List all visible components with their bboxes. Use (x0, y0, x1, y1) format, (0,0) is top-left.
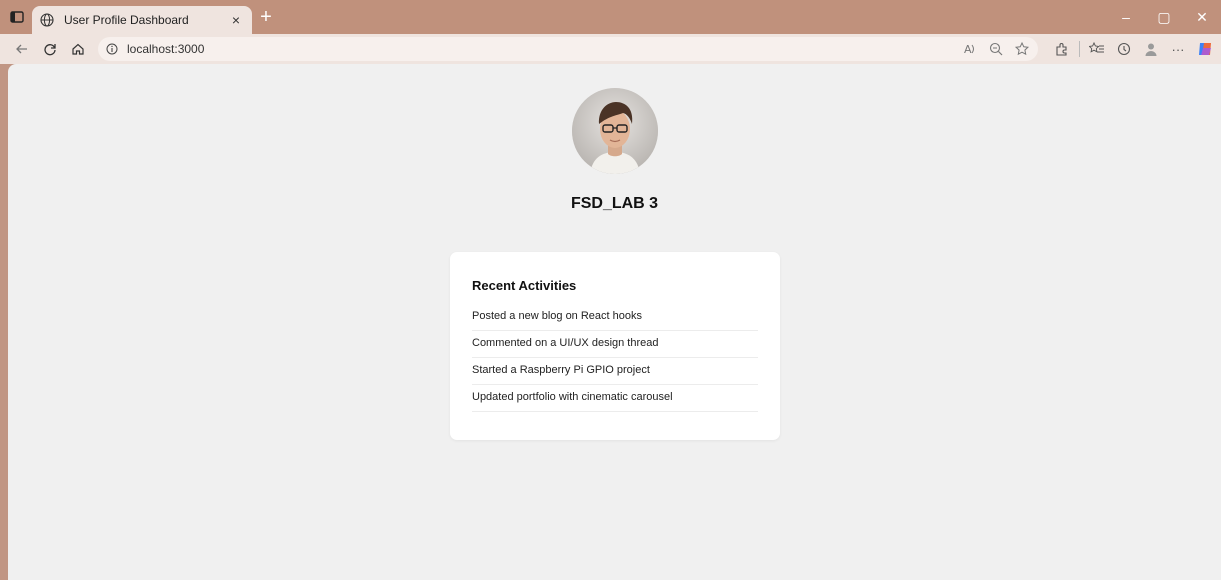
tab-actions-icon[interactable] (9, 9, 25, 25)
browser-toolbar: localhost:3000 A ··· (0, 34, 1221, 64)
profile-icon[interactable] (1141, 39, 1161, 59)
activity-item: Posted a new blog on React hooks (472, 304, 758, 331)
minimize-button[interactable]: – (1107, 0, 1145, 34)
page-viewport: FSD_LAB 3 Recent Activities Posted a new… (8, 64, 1221, 580)
browser-tab-strip: User Profile Dashboard × + – ▢ ✕ (0, 0, 1221, 34)
info-icon[interactable] (106, 42, 120, 56)
extensions-icon[interactable] (1052, 39, 1072, 59)
favorites-icon[interactable] (1087, 39, 1107, 59)
profile-avatar (572, 88, 658, 174)
url-text: localhost:3000 (127, 42, 205, 56)
activity-item: Commented on a UI/UX design thread (472, 331, 758, 358)
refresh-icon[interactable] (40, 39, 60, 59)
activity-list: Posted a new blog on React hooks Comment… (472, 304, 758, 412)
home-icon[interactable] (68, 39, 88, 59)
window-controls: – ▢ ✕ (1107, 0, 1221, 34)
read-aloud-icon[interactable]: A (962, 41, 978, 62)
activity-item: Started a Raspberry Pi GPIO project (472, 358, 758, 385)
activity-item: Updated portfolio with cinematic carouse… (472, 385, 758, 412)
more-icon[interactable]: ··· (1168, 39, 1188, 59)
tab-close-button[interactable]: × (228, 12, 244, 28)
profile-name: FSD_LAB 3 (570, 195, 659, 212)
card-title: Recent Activities (472, 278, 577, 293)
maximize-button[interactable]: ▢ (1145, 0, 1183, 34)
tab-title: User Profile Dashboard (64, 13, 189, 27)
new-tab-button[interactable]: + (256, 7, 276, 28)
close-window-button[interactable]: ✕ (1183, 0, 1221, 34)
history-icon[interactable] (1114, 39, 1134, 59)
back-icon[interactable] (12, 39, 32, 59)
globe-icon (40, 12, 56, 28)
copilot-icon[interactable] (1195, 39, 1215, 59)
browser-tab[interactable]: User Profile Dashboard × (32, 6, 252, 34)
favorite-icon[interactable] (1014, 41, 1030, 62)
svg-text:A: A (964, 43, 972, 56)
toolbar-divider (1079, 41, 1080, 57)
zoom-icon[interactable] (988, 41, 1004, 62)
recent-activities-card: Recent Activities Posted a new blog on R… (450, 252, 780, 440)
address-bar[interactable]: localhost:3000 A (98, 37, 1038, 61)
